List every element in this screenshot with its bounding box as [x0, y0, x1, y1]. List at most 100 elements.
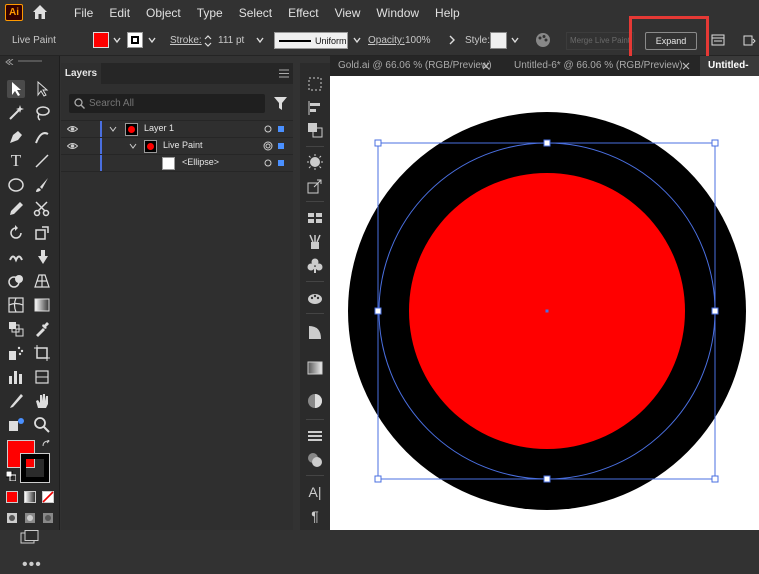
menu-object[interactable]: Object: [138, 6, 189, 20]
selection-indicator[interactable]: [278, 160, 284, 166]
none-mode-icon[interactable]: [42, 491, 54, 503]
target-icon[interactable]: [264, 159, 272, 167]
home-icon[interactable]: [32, 4, 48, 20]
more-tools-icon[interactable]: •••: [22, 556, 42, 574]
target-icon[interactable]: [263, 141, 273, 151]
shape-builder-tool-icon[interactable]: [7, 272, 25, 290]
layers-tab[interactable]: Layers: [61, 63, 101, 84]
handle-top[interactable]: [543, 139, 551, 147]
line-tool-icon[interactable]: [33, 152, 51, 170]
layers-panel-icon[interactable]: [306, 427, 324, 445]
chevron-down-icon[interactable]: [510, 35, 520, 45]
doc-tab-untitled-12[interactable]: Untitled-12*: [700, 56, 759, 91]
target-icon[interactable]: [264, 125, 272, 133]
chevron-down-icon[interactable]: [109, 126, 117, 132]
doc-tab-gold[interactable]: Gold.ai @ 66.06 % (RGB/Preview): [330, 56, 498, 76]
artboard-tool-icon[interactable]: [33, 344, 51, 362]
handle-top-right[interactable]: [711, 139, 719, 147]
paragraph-panel-icon[interactable]: ¶: [306, 507, 324, 525]
transform-icon[interactable]: [306, 75, 324, 93]
rotate-tool-icon[interactable]: [7, 224, 25, 242]
menu-help[interactable]: Help: [427, 6, 468, 20]
character-panel-icon[interactable]: A|: [306, 483, 324, 501]
menu-select[interactable]: Select: [231, 6, 280, 20]
chevron-down-icon[interactable]: [147, 35, 157, 45]
menu-file[interactable]: File: [66, 6, 101, 20]
scale-tool-icon[interactable]: [33, 224, 51, 242]
stroke-color-box[interactable]: [20, 453, 50, 483]
hand-tool-icon[interactable]: [33, 392, 51, 410]
symbol-sprayer-tool-icon[interactable]: [7, 344, 25, 362]
selection-indicator[interactable]: [278, 126, 284, 132]
export-icon[interactable]: [306, 177, 324, 195]
panel-menu-icon[interactable]: [279, 69, 289, 78]
swap-colors-icon[interactable]: [42, 440, 52, 450]
opacity-input[interactable]: 100%: [405, 35, 431, 46]
align-icon[interactable]: [306, 99, 324, 117]
gradient-panel-icon[interactable]: [306, 359, 324, 377]
ellipse-tool-icon[interactable]: [7, 176, 25, 194]
filter-icon[interactable]: [274, 97, 287, 110]
slice-tool-icon[interactable]: [33, 368, 51, 386]
paintbrush-tool-icon[interactable]: [33, 176, 51, 194]
symbols-icon[interactable]: [306, 257, 324, 275]
chevron-right-icon[interactable]: [446, 34, 458, 46]
recolor-artwork-icon[interactable]: [535, 32, 551, 48]
chevron-down-icon[interactable]: [255, 35, 265, 45]
lasso-tool-icon[interactable]: [33, 104, 51, 122]
default-colors-icon[interactable]: [6, 471, 16, 481]
chevron-down-icon[interactable]: [129, 143, 137, 149]
perspective-grid-tool-icon[interactable]: [33, 272, 51, 290]
warp-tool-icon[interactable]: [7, 248, 25, 266]
zoom-tool-icon[interactable]: [33, 416, 51, 434]
artwork[interactable]: [330, 76, 759, 530]
doc-tab-untitled-6[interactable]: Untitled-6* @ 66.06 % (RGB/Preview): [506, 56, 698, 76]
layer-row-ellipse[interactable]: <Ellipse>: [61, 155, 293, 172]
artboard-canvas[interactable]: [330, 76, 759, 530]
transparency-icon[interactable]: [306, 392, 324, 410]
visibility-eye-icon[interactable]: [67, 142, 78, 150]
screen-mode-icon[interactable]: [20, 530, 40, 544]
color-guide-icon[interactable]: [306, 289, 324, 307]
eyedropper-tool-icon[interactable]: [33, 320, 51, 338]
puppet-warp-tool-icon[interactable]: [33, 248, 51, 266]
drawing-modes-icon[interactable]: [6, 512, 54, 524]
handle-right[interactable]: [711, 307, 719, 315]
color-mode-button[interactable]: [6, 491, 18, 503]
close-icon[interactable]: [482, 62, 490, 70]
stroke-profile-dropdown[interactable]: Uniform: [274, 32, 348, 49]
chevron-down-icon[interactable]: [352, 35, 362, 45]
layers-search[interactable]: [69, 94, 265, 113]
menu-effect[interactable]: Effect: [280, 6, 326, 20]
menu-view[interactable]: View: [327, 6, 369, 20]
handle-top-left[interactable]: [374, 139, 382, 147]
arrange-documents-icon[interactable]: [742, 33, 756, 47]
panel-options-icon[interactable]: [711, 33, 725, 47]
magic-wand-tool-icon[interactable]: [7, 104, 25, 122]
selection-indicator[interactable]: [278, 143, 284, 149]
live-paint-bucket-icon[interactable]: [7, 416, 25, 434]
close-icon[interactable]: [682, 62, 690, 70]
knife-tool-icon[interactable]: [7, 392, 25, 410]
chevron-down-icon[interactable]: [112, 35, 122, 45]
search-input[interactable]: [89, 96, 259, 111]
handle-bottom[interactable]: [543, 475, 551, 483]
handle-bottom-left[interactable]: [374, 475, 382, 483]
curvature-tool-icon[interactable]: [33, 128, 51, 146]
scissors-tool-icon[interactable]: [33, 200, 51, 218]
layer-row-live-paint[interactable]: Live Paint: [61, 138, 293, 155]
stroke-weight-input[interactable]: 111 pt: [218, 35, 244, 46]
swatches-icon[interactable]: [306, 209, 324, 227]
mesh-tool-icon[interactable]: [7, 296, 25, 314]
fill-swatch[interactable]: [93, 32, 109, 48]
pen-tool-icon[interactable]: [7, 128, 25, 146]
menu-type[interactable]: Type: [189, 6, 231, 20]
collapse-icon[interactable]: [4, 59, 14, 65]
stepper-icon[interactable]: [204, 34, 212, 48]
menu-window[interactable]: Window: [368, 6, 427, 20]
selection-tool-icon[interactable]: [7, 80, 25, 98]
layer-row-layer1[interactable]: Layer 1: [61, 121, 293, 138]
column-graph-tool-icon[interactable]: [7, 368, 25, 386]
visibility-eye-icon[interactable]: [67, 125, 78, 133]
graphic-style-swatch[interactable]: [490, 32, 507, 49]
